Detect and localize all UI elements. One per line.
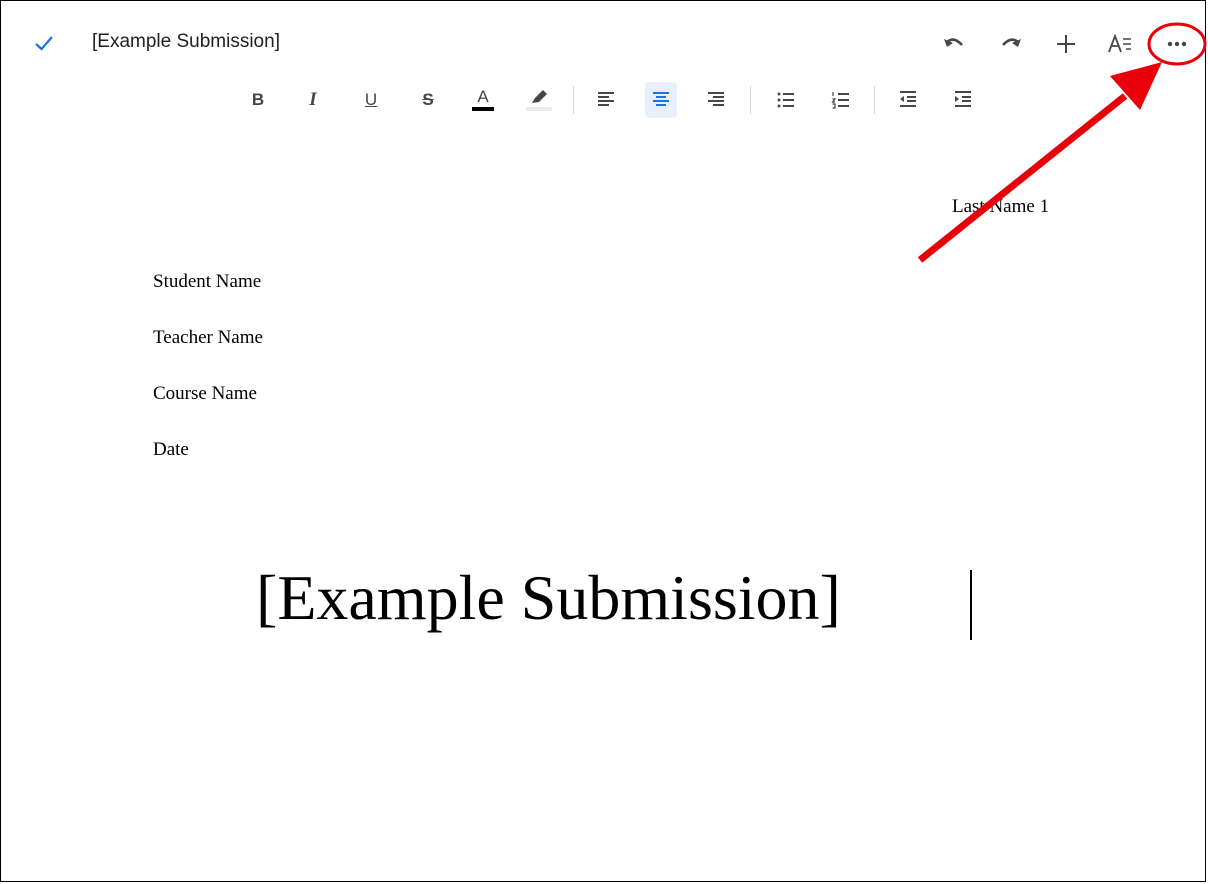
- align-center-button[interactable]: [645, 82, 677, 118]
- increase-indent-button[interactable]: [947, 82, 979, 118]
- text-color-button[interactable]: A: [467, 82, 499, 118]
- student-name-line: Student Name: [153, 271, 262, 292]
- plus-icon[interactable]: [1050, 28, 1082, 60]
- align-left-button[interactable]: [590, 82, 622, 118]
- bulleted-list-icon: [777, 92, 794, 108]
- redo-icon[interactable]: [995, 28, 1027, 60]
- toolbar-divider: [573, 86, 574, 114]
- text-cursor: [970, 570, 972, 640]
- decrease-indent-icon: [900, 91, 916, 107]
- text-color-label: A: [477, 87, 489, 106]
- document-heading: [Example Submission]: [256, 562, 841, 633]
- page-header: Last Name 1: [952, 196, 1050, 217]
- bold-button[interactable]: B: [242, 82, 274, 118]
- formatting-toolbar: B I U S A: [0, 82, 1206, 122]
- numbered-list-button[interactable]: [825, 82, 857, 118]
- date-line: Date: [153, 439, 189, 460]
- align-left-icon: [598, 92, 614, 106]
- document-page[interactable]: Last Name 1 Student Name Teacher Name Co…: [0, 130, 1206, 882]
- highlight-color-button[interactable]: [523, 82, 555, 118]
- more-options-icon[interactable]: [1161, 28, 1193, 60]
- top-actions: [0, 28, 1206, 60]
- highlighter-icon: [532, 90, 547, 103]
- toolbar-divider: [750, 86, 751, 114]
- increase-indent-icon: [955, 91, 971, 107]
- highlight-swatch: [526, 107, 552, 111]
- undo-icon[interactable]: [938, 28, 970, 60]
- strikethrough-button[interactable]: S: [412, 82, 444, 118]
- toolbar-divider: [874, 86, 875, 114]
- numbered-list-icon: [831, 92, 849, 109]
- underline-button[interactable]: U: [355, 82, 387, 118]
- course-name-line: Course Name: [153, 383, 257, 404]
- top-bar: [Example Submission]: [0, 0, 1206, 90]
- align-right-icon: [708, 92, 724, 106]
- decrease-indent-button[interactable]: [892, 82, 924, 118]
- italic-button[interactable]: I: [297, 82, 329, 118]
- teacher-name-line: Teacher Name: [153, 327, 263, 348]
- align-right-button[interactable]: [700, 82, 732, 118]
- align-center-icon: [653, 92, 669, 106]
- text-color-swatch: [472, 107, 494, 111]
- text-format-icon[interactable]: [1104, 28, 1136, 60]
- bulleted-list-button[interactable]: [770, 82, 802, 118]
